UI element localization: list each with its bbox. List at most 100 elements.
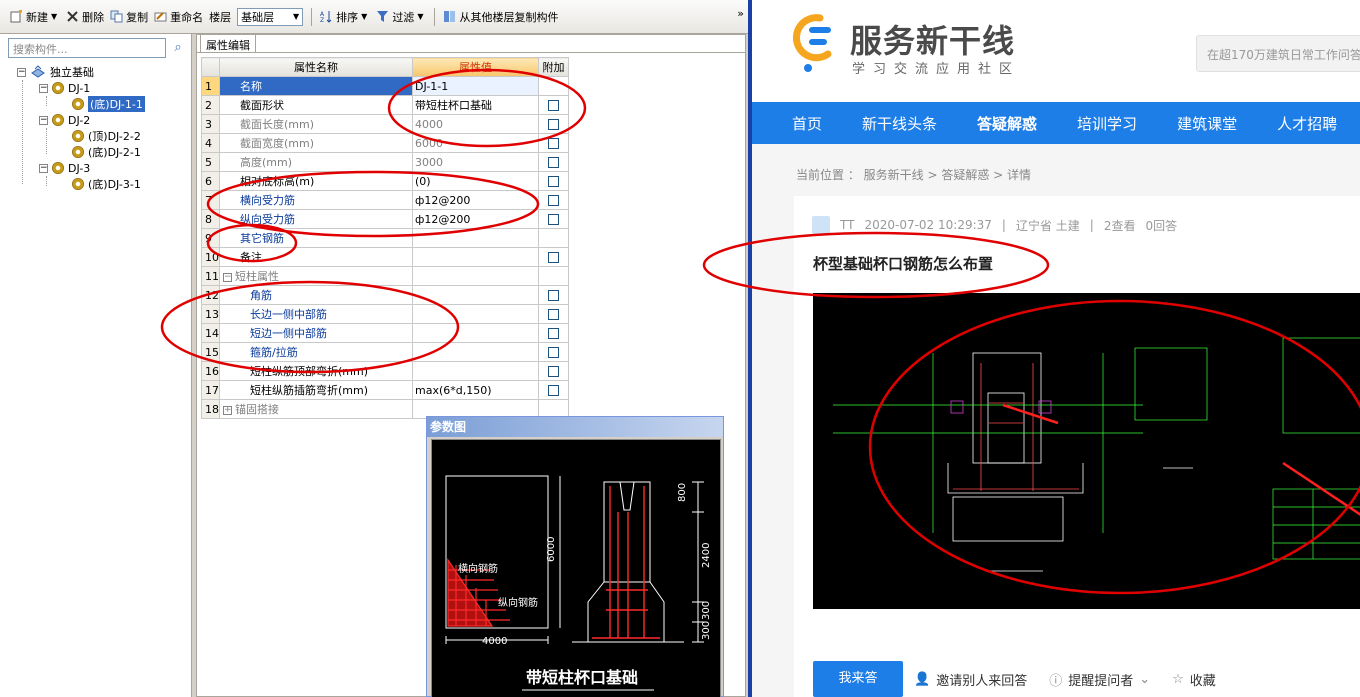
table-row[interactable]: 2 截面形状 带短柱杯口基础: [201, 95, 569, 115]
property-extra-header: 附加: [538, 57, 569, 77]
extra-checkbox[interactable]: [548, 252, 559, 263]
post-location: 辽宁省 土建: [1015, 218, 1080, 233]
nav-qa[interactable]: 答疑解惑: [977, 113, 1037, 134]
nav-jobs[interactable]: 人才招聘: [1277, 113, 1337, 134]
delete-button[interactable]: 删除: [66, 7, 104, 27]
table-row[interactable]: 12 角筋: [201, 285, 569, 305]
extra-checkbox[interactable]: [548, 195, 559, 206]
tree-node-dj-3[interactable]: − DJ-3: [39, 160, 90, 176]
extra-checkbox[interactable]: [548, 138, 559, 149]
table-row[interactable]: 1 名称 DJ-1-1: [201, 76, 569, 96]
floor-select[interactable]: 基础层 ▼: [237, 7, 304, 26]
invite-answer-button[interactable]: 👤 邀请别人来回答: [914, 670, 1027, 689]
tree-node-dj-2-2[interactable]: (顶)DJ-2-2: [72, 128, 141, 144]
remind-asker-button[interactable]: ⓘ 提醒提问者 ⌄: [1049, 670, 1150, 689]
collapse-icon[interactable]: −: [223, 272, 232, 282]
component-search-input[interactable]: 搜索构件...: [8, 38, 166, 58]
table-row[interactable]: 10 备注: [201, 247, 569, 267]
collapse-icon[interactable]: −: [39, 163, 48, 173]
user-icon: 👤: [914, 672, 931, 687]
table-row[interactable]: 17 短柱纵筋插筋弯折(mm) max(6*d,150): [201, 380, 569, 400]
nav-home[interactable]: 首页: [792, 113, 822, 134]
expand-icon[interactable]: +: [223, 405, 232, 415]
cad-drawing: [833, 337, 1360, 572]
extra-checkbox[interactable]: [548, 366, 559, 377]
answer-count: 0回答: [1145, 218, 1178, 233]
table-row[interactable]: 4 截面宽度(mm) 6000: [201, 133, 569, 153]
site-logo-text[interactable]: 服务新干线: [850, 16, 1015, 62]
extra-checkbox[interactable]: [548, 214, 559, 225]
site-logo-icon[interactable]: [790, 12, 838, 74]
cad-software-window: 新建 ▼ 删除 复制 重命名 楼层 基础层 ▼ AZ 排序 ▼ 过滤 ▼ 从其他…: [0, 0, 750, 697]
extra-checkbox[interactable]: [548, 176, 559, 187]
table-row[interactable]: 5 高度(mm) 3000: [201, 152, 569, 172]
tree-root[interactable]: − 独立基础: [17, 64, 94, 80]
foundation-group-icon: [30, 64, 46, 81]
copy-from-floor-button[interactable]: 从其他楼层复制构件: [443, 7, 558, 27]
table-row[interactable]: 15 箍筋/拉筋: [201, 342, 569, 362]
extra-checkbox[interactable]: [548, 309, 559, 320]
chevron-down-icon: ▼: [417, 12, 424, 21]
collapse-icon[interactable]: −: [17, 67, 26, 77]
tree-node-dj-1[interactable]: − DJ-1: [39, 80, 90, 96]
question-actions: 👤 邀请别人来回答 ⓘ 提醒提问者 ⌄ ☆ 收藏: [914, 670, 1216, 689]
extra-checkbox[interactable]: [548, 347, 559, 358]
new-button[interactable]: 新建 ▼: [10, 7, 60, 27]
tree-node-dj-1-1[interactable]: (底)DJ-1-1: [72, 96, 145, 112]
tree-line: [46, 176, 47, 186]
author-name[interactable]: TT: [840, 218, 854, 232]
breadcrumb[interactable]: 当前位置 ： 服务新干线 > 答疑解惑 > 详情: [796, 166, 1031, 183]
delete-icon: [66, 10, 79, 23]
question-cad-image[interactable]: [813, 293, 1360, 609]
nav-classroom[interactable]: 建筑课堂: [1177, 113, 1237, 134]
extra-checkbox[interactable]: [548, 100, 559, 111]
table-row[interactable]: 13 长边一侧中部筋: [201, 304, 569, 324]
table-row[interactable]: 11− 短柱属性: [201, 266, 569, 286]
tree-node-dj-3-1[interactable]: (底)DJ-3-1: [72, 176, 141, 192]
toolbar-divider: [311, 7, 313, 26]
table-row[interactable]: 16 短柱纵筋顶部弯折(mm): [201, 361, 569, 381]
dim-width-label: 4000: [482, 636, 507, 647]
component-icon: [72, 178, 84, 190]
tree-line: [46, 128, 47, 154]
table-row[interactable]: 6 相对底标高(m) (0): [201, 171, 569, 191]
collapse-icon[interactable]: −: [39, 115, 48, 125]
extra-checkbox[interactable]: [548, 385, 559, 396]
extra-checkbox[interactable]: [548, 290, 559, 301]
tree-node-dj-2[interactable]: − DJ-2: [39, 112, 90, 128]
tree-node-dj-2-1[interactable]: (底)DJ-2-1: [72, 144, 141, 160]
table-row[interactable]: 9 其它钢筋: [201, 228, 569, 248]
tab-property-edit[interactable]: 属性编辑: [200, 34, 256, 53]
nav-training[interactable]: 培训学习: [1077, 113, 1137, 134]
name-value-field[interactable]: DJ-1-1: [412, 76, 539, 96]
component-toolbar: 新建 ▼ 删除 复制 重命名 楼层 基础层 ▼ AZ 排序 ▼ 过滤 ▼ 从其他…: [0, 0, 750, 34]
extra-checkbox[interactable]: [548, 328, 559, 339]
extra-checkbox[interactable]: [548, 119, 559, 130]
extra-checkbox[interactable]: [548, 157, 559, 168]
copy-icon: [110, 10, 123, 23]
search-icon[interactable]: ⌕: [169, 39, 187, 57]
parameter-figure-title[interactable]: 参数图: [427, 417, 723, 437]
avatar[interactable]: [812, 216, 830, 234]
answer-button[interactable]: 我来答: [813, 661, 903, 697]
row-number-header: [201, 57, 220, 77]
property-name-header: 属性名称: [219, 57, 413, 77]
rename-button[interactable]: 重命名: [154, 7, 203, 27]
table-row[interactable]: 3 截面长度(mm) 4000: [201, 114, 569, 134]
nav-headlines[interactable]: 新干线头条: [862, 113, 937, 134]
filter-button[interactable]: 过滤 ▼: [376, 7, 426, 27]
table-row[interactable]: 7 横向受力筋 ф12@200: [201, 190, 569, 210]
table-row[interactable]: 8 纵向受力筋 ф12@200: [201, 209, 569, 229]
site-search-input[interactable]: 在超170万建筑日常工作问答: [1196, 35, 1360, 72]
collect-button[interactable]: ☆ 收藏: [1172, 670, 1216, 689]
property-grid: 属性名称 属性值 附加 1 名称 DJ-1-1 2 截面形状 带短柱杯口基础 3 截面长度…: [201, 57, 569, 419]
table-row[interactable]: 14 短边一侧中部筋: [201, 323, 569, 343]
copy-button[interactable]: 复制: [110, 7, 148, 27]
sort-button[interactable]: AZ 排序 ▼: [320, 7, 370, 27]
dim-mid-label: 2400: [701, 543, 712, 568]
info-icon: ⓘ: [1049, 674, 1063, 689]
collapse-icon[interactable]: −: [39, 83, 48, 93]
toolbar-overflow-button[interactable]: »: [737, 7, 744, 20]
property-value-header: 属性值: [412, 57, 539, 77]
transverse-bar-label: 横向钢筋: [458, 562, 498, 575]
